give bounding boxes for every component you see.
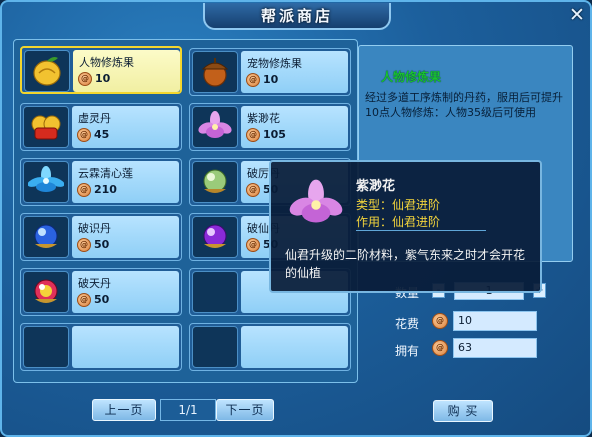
empty-icon-box xyxy=(192,271,238,313)
blue-orb-icon xyxy=(34,224,58,248)
prev-page-button[interactable]: 上一页 xyxy=(92,399,156,421)
item-price: 45 xyxy=(94,128,110,141)
green-orb-icon xyxy=(203,169,227,193)
acorn-icon xyxy=(201,58,229,87)
blue-lotus-icon xyxy=(28,166,64,192)
detail-item-name: 人物修炼果 xyxy=(381,70,442,84)
purple-flower-icon xyxy=(198,111,232,138)
owned-label: 拥有 xyxy=(395,344,420,358)
tooltip-item-type: 类型：仙君进阶 xyxy=(356,198,441,212)
window-title: 帮派商店 xyxy=(260,7,333,25)
item-slot[interactable]: 云霖清心莲 @ 210 xyxy=(20,158,182,206)
empty-icon-box xyxy=(192,326,238,368)
item-slot[interactable]: 破识丹 @ 50 xyxy=(20,213,182,261)
empty-slot[interactable] xyxy=(20,323,182,371)
tooltip-divider xyxy=(356,230,486,231)
golden-fruit-icon xyxy=(33,57,61,86)
item-slot[interactable]: 人物修炼果 @ 10 xyxy=(20,46,182,94)
item-price: 50 xyxy=(94,293,110,306)
owned-value: 63 xyxy=(453,338,537,358)
rainbow-orb-icon xyxy=(34,279,58,303)
coin-icon: @ xyxy=(246,183,260,197)
cost-label: 花费 xyxy=(395,317,420,331)
coin-icon: @ xyxy=(432,340,448,356)
empty-slot[interactable] xyxy=(189,323,351,371)
tooltip-item-name: 紫渺花 xyxy=(356,179,396,194)
close-button[interactable]: ✕ xyxy=(566,5,588,25)
item-name: 破识丹 xyxy=(78,222,111,235)
coin-icon: @ xyxy=(77,293,91,307)
item-name: 破天丹 xyxy=(78,277,111,290)
item-price: 105 xyxy=(263,128,286,141)
item-slot[interactable]: 紫渺花 @ 105 xyxy=(189,103,351,151)
item-icon-box xyxy=(192,51,238,93)
page-indicator: 1/1 xyxy=(160,399,216,421)
item-name: 紫渺花 xyxy=(247,112,280,125)
detail-description: 经过多道工序炼制的丹药，服用后可提升10点人物修炼：人物35级后可使用 xyxy=(365,91,563,119)
item-icon-box xyxy=(23,106,69,148)
coin-icon: @ xyxy=(246,238,260,252)
item-price: 210 xyxy=(94,183,117,196)
purple-flower-icon xyxy=(289,179,343,223)
tooltip-description: 仙君升级的二阶材料，紫气东来之时才会开花的仙植 xyxy=(285,248,526,280)
item-icon-box xyxy=(192,161,238,203)
item-slot[interactable]: 虚灵丹 @ 45 xyxy=(20,103,182,151)
coin-icon: @ xyxy=(77,238,91,252)
coin-icon: @ xyxy=(432,313,448,329)
purple-orb-icon xyxy=(203,224,227,248)
item-price: 10 xyxy=(263,73,279,86)
buy-button[interactable]: 购 买 xyxy=(433,400,493,422)
item-icon-box xyxy=(23,161,69,203)
item-slot[interactable]: 破天丹 @ 50 xyxy=(20,268,182,316)
item-slot[interactable]: 宠物修炼果 @ 10 xyxy=(189,48,351,96)
item-icon-box xyxy=(23,271,69,313)
item-price: 50 xyxy=(94,238,110,251)
empty-info xyxy=(72,326,179,368)
coin-icon: @ xyxy=(77,183,91,197)
title-plate: 帮派商店 xyxy=(203,3,391,30)
coin-icon: @ xyxy=(246,128,260,142)
tooltip-item-use: 作用：仙君进阶 xyxy=(356,215,441,229)
item-name: 虚灵丹 xyxy=(78,112,111,125)
item-icon-box xyxy=(23,216,69,258)
item-icon-box xyxy=(192,216,238,258)
coin-icon: @ xyxy=(246,73,260,87)
item-price: 10 xyxy=(95,72,111,85)
coin-icon: @ xyxy=(78,72,92,86)
cost-value: 10 xyxy=(453,311,537,331)
item-name: 宠物修炼果 xyxy=(247,57,302,70)
coin-icon: @ xyxy=(77,128,91,142)
item-tooltip: 紫渺花 类型：仙君进阶 作用：仙君进阶 仙君升级的二阶材料，紫气东来之时才会开花… xyxy=(269,160,542,293)
next-page-button[interactable]: 下一页 xyxy=(216,399,274,421)
item-icon-box xyxy=(192,106,238,148)
shop-window: 帮派商店 ✕ 人物修炼果 @ 10 宠物修炼果 @ 10 虚灵丹 @ 45 紫渺… xyxy=(0,0,592,437)
empty-icon-box xyxy=(23,326,69,368)
item-name: 云霖清心莲 xyxy=(78,167,133,180)
item-name: 人物修炼果 xyxy=(79,56,134,69)
tooltip-icon xyxy=(286,177,346,233)
red-gold-pill-icon xyxy=(31,115,61,140)
item-icon-box xyxy=(24,50,70,92)
empty-info xyxy=(241,326,348,368)
